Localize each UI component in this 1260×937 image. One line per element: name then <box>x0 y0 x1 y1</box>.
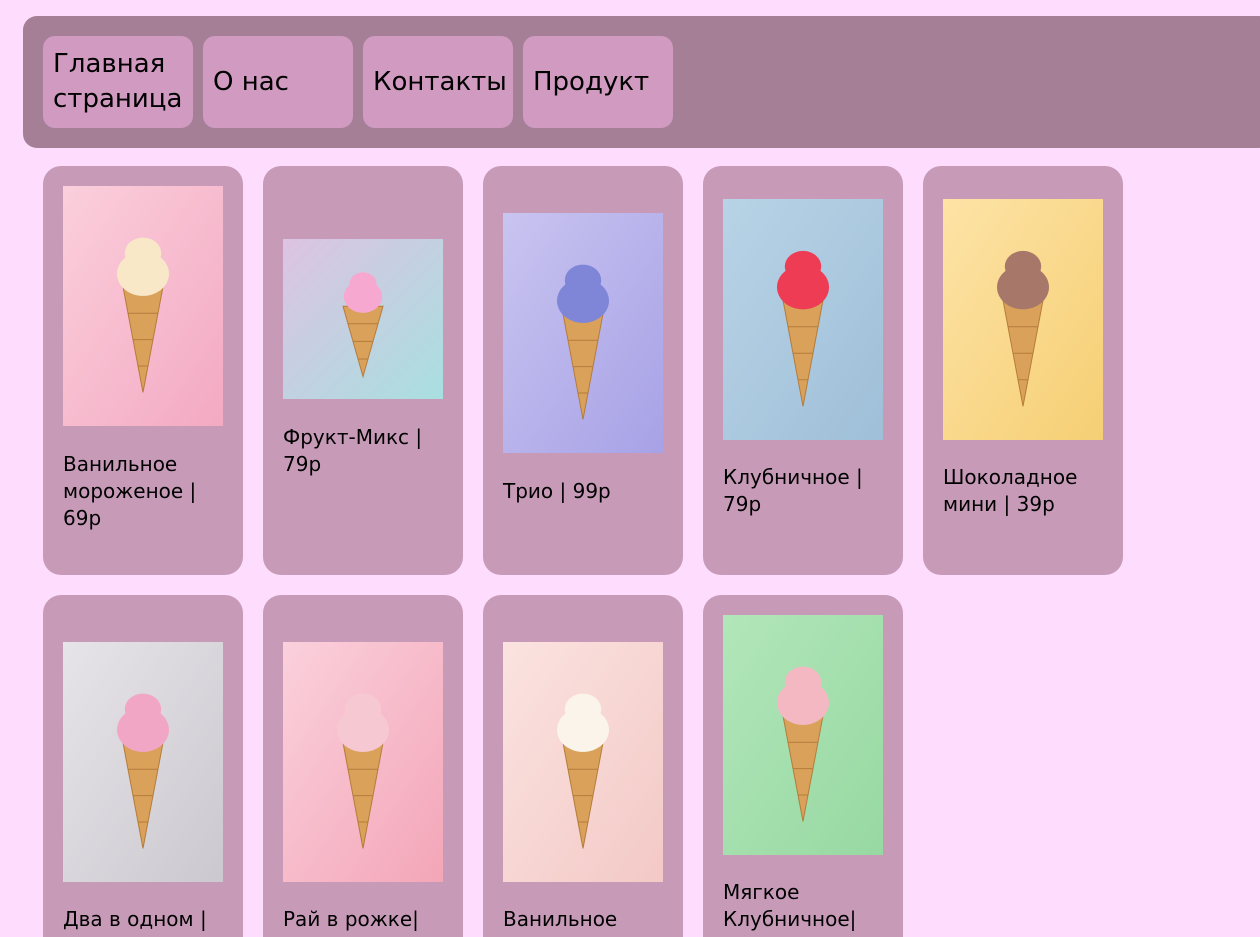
vanilla-cone-icon <box>503 642 663 882</box>
cone-icon <box>283 642 443 882</box>
product-photo <box>63 642 223 882</box>
chocolate-cup-icon <box>943 199 1103 440</box>
product-card[interactable]: Два в одном | <box>43 595 243 937</box>
product-label: Рай в рожке| <box>283 907 419 931</box>
product-card[interactable]: Ванильное мороженое | 69р <box>43 166 243 575</box>
product-photo <box>283 642 443 882</box>
product-photo <box>943 199 1103 440</box>
product-card[interactable]: Рай в рожке| <box>263 595 463 937</box>
product-card[interactable]: Шоколадное мини | 39р <box>923 166 1123 575</box>
product-card[interactable]: Ванильное <box>483 595 683 937</box>
soft-serve-cone-icon <box>63 186 223 426</box>
product-card[interactable]: Мягкое Клубничное| <box>703 595 903 937</box>
product-label: Ванильное <box>503 907 618 931</box>
product-label: Мягкое Клубничное| <box>723 880 857 931</box>
soft-strawberry-cone-icon <box>723 615 883 855</box>
swirl-cone-icon <box>63 642 223 882</box>
product-card[interactable]: Трио | 99р <box>483 166 683 575</box>
product-card[interactable]: Фрукт-Микс | 79р <box>263 166 463 575</box>
product-photo <box>723 199 883 440</box>
product-photo <box>283 239 443 399</box>
hand-cone-icon <box>283 239 443 399</box>
top-navigation: Главная страница О нас Контакты Продукт <box>23 16 1260 148</box>
product-photo <box>503 213 663 453</box>
nav-home[interactable]: Главная страница <box>43 36 193 128</box>
product-label: Клубничное | 79р <box>723 465 863 516</box>
product-label: Шоколадное мини | 39р <box>943 465 1078 516</box>
product-label: Ванильное мороженое | 69р <box>63 452 197 530</box>
nav-product[interactable]: Продукт <box>523 36 673 128</box>
product-label: Трио | 99р <box>503 479 611 503</box>
strawberry-cone-icon <box>723 199 883 440</box>
product-photo <box>63 186 223 426</box>
product-label: Два в одном | <box>63 907 207 931</box>
product-card[interactable]: Клубничное | 79р <box>703 166 903 575</box>
nav-about[interactable]: О нас <box>203 36 353 128</box>
triple-scoop-cone-icon <box>503 213 663 453</box>
nav-contacts[interactable]: Контакты <box>363 36 513 128</box>
product-photo <box>503 642 663 882</box>
product-label: Фрукт-Микс | 79р <box>283 425 423 476</box>
product-photo <box>723 615 883 855</box>
